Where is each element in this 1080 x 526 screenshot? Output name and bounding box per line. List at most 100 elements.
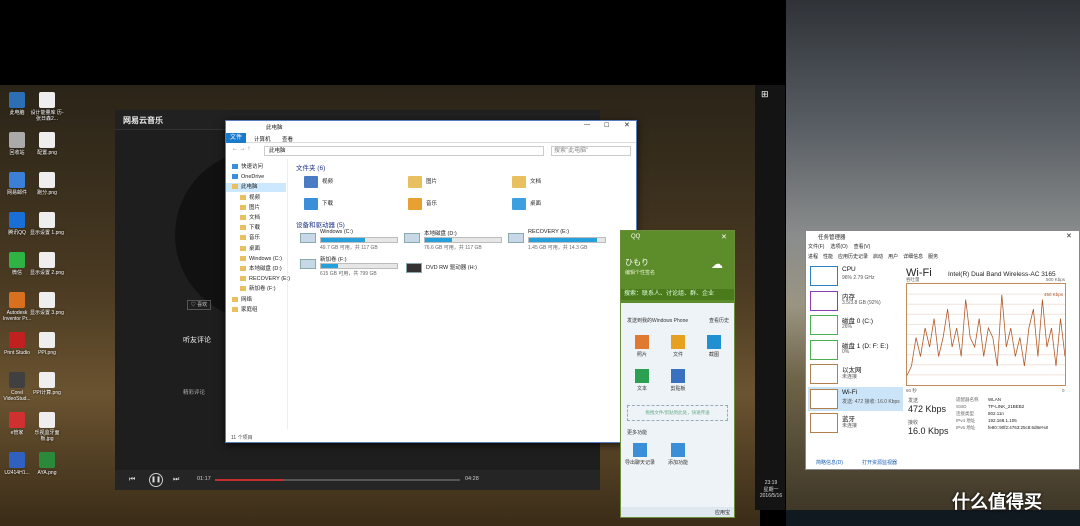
drives-header[interactable]: 设备和驱动器 (5) <box>296 219 345 229</box>
nav-item[interactable]: 家庭组 <box>232 306 258 315</box>
desktop-icon[interactable]: 跑分.png <box>30 172 64 196</box>
perf-list-item[interactable]: CPU 96% 2.79 GHz <box>808 264 903 288</box>
perf-list-item[interactable]: 蓝牙 未连接 <box>808 411 903 435</box>
qq-nickname[interactable]: ひもり <box>625 257 649 268</box>
nav-item[interactable]: 文档 <box>240 214 260 223</box>
maximize-icon[interactable]: ☐ <box>604 122 609 129</box>
app-store-link[interactable]: 应用宝 <box>715 509 730 516</box>
desktop-icon[interactable]: U2414H1... <box>0 452 34 476</box>
start-icon[interactable]: ⊞ <box>761 89 769 100</box>
perf-list-item[interactable]: 磁盘 0 (C:) 26% <box>808 313 903 337</box>
perf-list-item[interactable]: Wi-Fi 发送: 472 接收: 16.0 Kbps <box>808 386 903 411</box>
tm-tab[interactable]: 性能 <box>823 254 833 260</box>
qq-signature[interactable]: 编辑个性签名 <box>625 269 655 276</box>
nav-item[interactable]: 桌面 <box>240 245 260 254</box>
drive-item[interactable]: 本地磁盘 (D:) 76.6 GB 可用，共 117 GB <box>404 229 504 253</box>
file-explorer-window[interactable]: 此电脑 — ☐ ✕ 文件 计算机 查看 ← → ↑ 此电脑 搜索"此电脑" 快速… <box>225 120 637 443</box>
tm-tab[interactable]: 启动 <box>873 254 883 260</box>
nav-item[interactable]: 此电脑 <box>226 183 286 193</box>
folder-item[interactable]: 音乐 <box>408 195 437 213</box>
view-history[interactable]: 查看历史 <box>709 317 729 324</box>
brief-info-link[interactable]: 简略信息(D) <box>816 459 843 466</box>
qq-app-item[interactable]: 截图 <box>699 335 729 358</box>
back-arrow-icon[interactable]: ← → ↑ <box>232 146 250 152</box>
qq-close-icon[interactable]: ✕ <box>721 233 727 241</box>
folder-item[interactable]: 视频 <box>304 173 333 191</box>
qq-app-item[interactable]: 照片 <box>627 335 657 358</box>
drive-item[interactable]: RECOVERY (E:) 1.45 GB 可用，共 14.3 GB <box>508 229 608 253</box>
desktop-icon[interactable]: 微信 <box>0 252 34 276</box>
folder-item[interactable]: 下载 <box>304 195 333 213</box>
desktop-icon[interactable]: 设计能量库 历-张日森2... <box>30 92 64 122</box>
tm-tab[interactable]: 用户 <box>888 254 898 260</box>
nav-item[interactable]: 图片 <box>240 204 260 213</box>
drop-zone[interactable]: 拖拽文件/剪贴到此处，快速传送 <box>627 405 728 421</box>
tm-tab[interactable]: 详细信息 <box>903 254 923 260</box>
prev-icon[interactable]: ⏮ <box>129 476 135 484</box>
desktop-icon[interactable]: PPI.png <box>30 332 64 356</box>
tm-menu-item[interactable]: 查看(V) <box>854 244 871 250</box>
search-input[interactable]: 搜索"此电脑" <box>551 146 631 156</box>
send-to-phone[interactable]: 发送到我的Windows Phone <box>627 317 688 324</box>
desktop-icon[interactable]: 腾讯QQ <box>0 212 34 236</box>
folder-item[interactable]: 图片 <box>408 173 437 191</box>
address-bar[interactable]: 此电脑 <box>264 146 544 156</box>
tab-computer[interactable]: 计算机 <box>254 135 271 143</box>
next-icon[interactable]: ⏭ <box>173 476 179 484</box>
open-resource-monitor-link[interactable]: 打开资源监视器 <box>862 459 897 466</box>
nav-item[interactable]: OneDrive <box>232 173 264 182</box>
desktop-icon[interactable]: 此电脑 <box>0 92 34 116</box>
tm-close-icon[interactable]: ✕ <box>1066 232 1072 240</box>
tm-tab[interactable]: 服务 <box>928 254 938 260</box>
desktop-icon[interactable]: 配置.png <box>30 132 64 156</box>
tm-tab[interactable]: 进程 <box>808 254 818 260</box>
dvd-drive[interactable]: DVD RW 驱动器 (H:) <box>406 259 506 283</box>
tm-tab[interactable]: 应用历史记录 <box>838 254 868 260</box>
qq-window[interactable]: QQ ✕ ひもり 编辑个性签名 ☁ 搜索：联系人、讨论组、群、企业 发送到我的W… <box>620 230 735 518</box>
nav-item[interactable]: 快速访问 <box>232 163 263 172</box>
nav-item[interactable]: 新加卷 (F:) <box>240 285 276 294</box>
tm-menu-item[interactable]: 选项(O) <box>830 244 847 250</box>
perf-list-item[interactable]: 磁盘 1 (D: F: E:) 0% <box>808 338 903 362</box>
like-button[interactable]: ♡ 喜欢 <box>187 300 211 310</box>
perf-list-item[interactable]: 内存 3.5/3.8 GB (92%) <box>808 289 903 313</box>
desktop-icon[interactable]: 回收站 <box>0 132 34 156</box>
add-feature-app[interactable]: 添加功能 <box>663 443 693 466</box>
desktop-icon[interactable]: 显示设置 1.png <box>30 212 64 236</box>
more-features[interactable]: 更多功能 <box>627 429 647 436</box>
nav-item[interactable]: 下载 <box>240 224 260 233</box>
qq-app-item[interactable]: 文本 <box>627 369 657 392</box>
pause-icon[interactable]: ❚❚ <box>149 473 163 487</box>
task-manager-window[interactable]: 任务管理器 ✕ 文件(F) 选项(O) 查看(V) 进程 性能 应用历史记录 启动 用户 详细… <box>805 230 1080 470</box>
desktop-icon[interactable]: Corel VideoStud... <box>0 372 34 402</box>
nav-item[interactable]: 本地磁盘 (D:) <box>240 265 282 274</box>
tab-file[interactable]: 文件 <box>226 133 246 143</box>
folder-item[interactable]: 文档 <box>512 173 541 191</box>
qq-app-item[interactable]: 文件 <box>663 335 693 358</box>
qq-app-item[interactable]: 剪贴板 <box>663 369 693 392</box>
desktop-icon[interactable]: Print Studio <box>0 332 34 356</box>
minimize-icon[interactable]: — <box>584 122 590 128</box>
desktop-icon[interactable]: AYA.png <box>30 452 64 476</box>
tab-view[interactable]: 查看 <box>282 135 293 143</box>
perf-list-item[interactable]: 以太网 未连接 <box>808 362 903 386</box>
seek-bar[interactable] <box>215 479 460 481</box>
nav-item[interactable]: 视频 <box>240 194 260 203</box>
desktop-icon[interactable]: 网易邮件 <box>0 172 34 196</box>
desktop-icon[interactable]: 显示设置 2.png <box>30 252 64 276</box>
qq-search-input[interactable]: 搜索：联系人、讨论组、群、企业 <box>621 289 734 300</box>
desktop-icon[interactable]: Autodesk Inventor Pr... <box>0 292 34 322</box>
clock[interactable]: 23:19 星期一 2016/5/16 <box>758 480 784 499</box>
nav-item[interactable]: RECOVERY (E:) <box>240 275 290 284</box>
desktop-icon[interactable]: e管家 <box>0 412 34 436</box>
nav-item[interactable]: 网络 <box>232 296 252 305</box>
drive-item[interactable]: 新加卷 (F:) 615 GB 可用，共 799 GB <box>300 255 400 279</box>
drive-item[interactable]: Windows (C:) 49.7 GB 可用，共 117 GB <box>300 229 400 253</box>
nav-item[interactable]: Windows (C:) <box>240 255 282 264</box>
folder-item[interactable]: 桌面 <box>512 195 541 213</box>
export-chat-app[interactable]: 导出聊天记录 <box>625 443 655 466</box>
tm-menu-item[interactable]: 文件(F) <box>808 244 824 250</box>
desktop-icon[interactable]: PPI计算.png <box>30 372 64 396</box>
desktop-icon[interactable]: 乐视监牙面 板.jpg <box>30 412 64 442</box>
close-icon[interactable]: ✕ <box>624 121 630 129</box>
